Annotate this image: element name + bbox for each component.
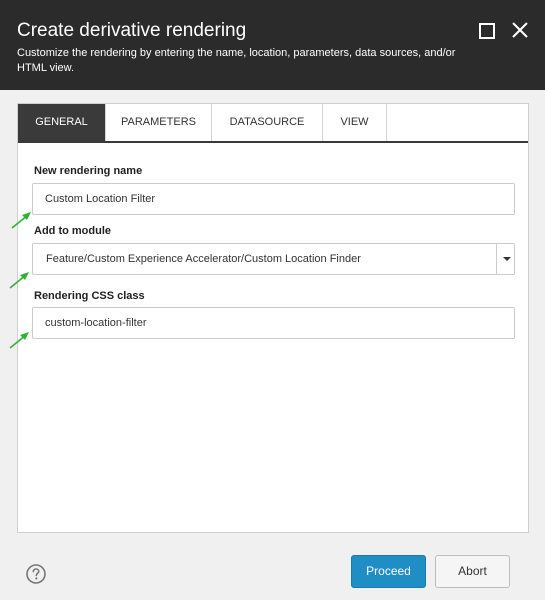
- module-label: Add to module: [34, 225, 111, 237]
- chevron-down-icon: [503, 257, 511, 261]
- tab-datasource[interactable]: DATASOURCE: [212, 104, 323, 141]
- tab-bar: GENERAL PARAMETERS DATASOURCE VIEW: [18, 104, 528, 143]
- dialog-subtitle: Customize the rendering by entering the …: [17, 47, 456, 74]
- dialog: Create derivative rendering Customize th…: [0, 0, 545, 600]
- maximize-icon: [479, 23, 495, 39]
- maximize-button[interactable]: [477, 20, 497, 40]
- arrow-icon: [11, 212, 31, 229]
- tab-view[interactable]: VIEW: [323, 104, 387, 141]
- help-icon[interactable]: [26, 564, 46, 584]
- dialog-title: Create derivative rendering: [17, 20, 247, 41]
- select-divider: [496, 244, 497, 274]
- rendering-name-label: New rendering name: [34, 165, 143, 177]
- css-class-input[interactable]: [32, 307, 515, 339]
- proceed-button[interactable]: Proceed: [351, 555, 426, 588]
- module-select-value: Feature/Custom Experience Accelerator/Cu…: [46, 253, 361, 265]
- abort-button[interactable]: Abort: [435, 555, 510, 588]
- dialog-footer: Proceed Abort: [0, 546, 545, 600]
- rendering-name-input[interactable]: [32, 183, 515, 215]
- arrow-icon: [9, 332, 29, 349]
- tab-general[interactable]: GENERAL: [18, 104, 106, 141]
- dialog-header: Create derivative rendering Customize th…: [0, 0, 545, 90]
- close-icon: [512, 22, 528, 38]
- close-button[interactable]: [510, 20, 530, 40]
- css-class-label: Rendering CSS class: [34, 290, 145, 302]
- tab-parameters[interactable]: PARAMETERS: [106, 104, 212, 141]
- arrow-icon: [9, 272, 29, 289]
- content-panel: GENERAL PARAMETERS DATASOURCE VIEW New r…: [17, 103, 529, 533]
- module-select[interactable]: Feature/Custom Experience Accelerator/Cu…: [32, 243, 515, 275]
